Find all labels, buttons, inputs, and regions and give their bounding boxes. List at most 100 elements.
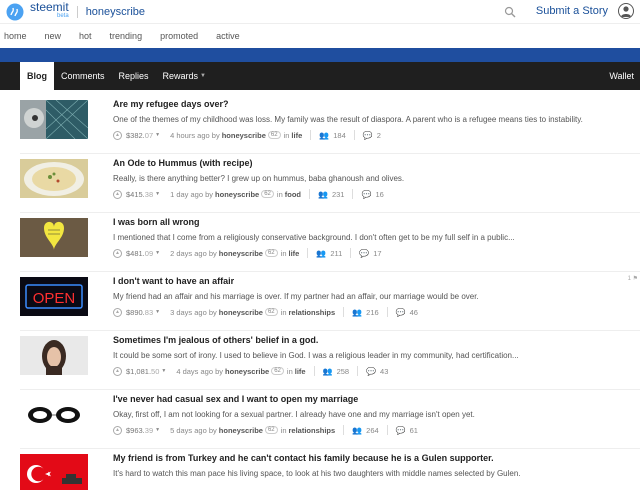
- brand-name: steemit: [30, 0, 69, 14]
- post-category[interactable]: food: [285, 190, 301, 199]
- post-thumbnail[interactable]: [20, 218, 88, 257]
- payout[interactable]: $1,081.50: [126, 367, 159, 376]
- vote-count[interactable]: 216: [366, 308, 379, 317]
- voters-icon: 👥: [322, 366, 333, 376]
- post-title[interactable]: Are my refugee days over?: [113, 95, 640, 109]
- vote-count[interactable]: 184: [333, 131, 346, 140]
- wallet-link[interactable]: Wallet: [609, 62, 634, 90]
- post-thumbnail[interactable]: [20, 100, 88, 139]
- post-excerpt[interactable]: Okay, first off, I am not looking for a …: [113, 410, 640, 419]
- payout[interactable]: $382.07: [126, 131, 153, 140]
- flag-icon[interactable]: 1 ⚑: [628, 275, 638, 282]
- upvote-icon[interactable]: ▲: [113, 248, 122, 258]
- post-title[interactable]: My friend is from Turkey and he can't co…: [113, 449, 640, 463]
- post-title[interactable]: I don't want to have an affair: [113, 272, 640, 286]
- search-icon[interactable]: [504, 5, 516, 18]
- comments-icon: 💬: [366, 366, 377, 376]
- post-category[interactable]: life: [295, 367, 306, 376]
- divider: [386, 307, 388, 317]
- post-title[interactable]: I was born all wrong: [113, 213, 640, 227]
- post-author[interactable]: honeyscribe: [215, 190, 259, 199]
- brand[interactable]: steemit beta: [30, 0, 69, 21]
- payout-cents: 38: [144, 189, 154, 199]
- nav-new[interactable]: new: [45, 31, 62, 41]
- account-name[interactable]: honeyscribe: [86, 6, 145, 18]
- steem-logo-icon[interactable]: [6, 3, 24, 21]
- payout[interactable]: $890.83: [126, 308, 153, 317]
- post-category[interactable]: life: [291, 131, 302, 140]
- post-author[interactable]: honeyscribe: [219, 426, 263, 435]
- post-category[interactable]: life: [289, 249, 300, 258]
- comment-count[interactable]: 61: [410, 426, 418, 435]
- post-author[interactable]: honeyscribe: [219, 308, 263, 317]
- tab-blog[interactable]: Blog: [20, 62, 54, 90]
- nav-active[interactable]: active: [216, 31, 240, 41]
- tab-rewards[interactable]: Rewards ▼: [156, 62, 213, 90]
- voters-icon: 👥: [318, 189, 328, 199]
- upvote-icon[interactable]: ▲: [113, 130, 122, 140]
- post-title[interactable]: Sometimes I'm jealous of others' belief …: [113, 331, 640, 345]
- comment-count[interactable]: 2: [377, 131, 381, 140]
- payout[interactable]: $963.39: [126, 426, 153, 435]
- in-label: in: [280, 307, 287, 317]
- post-excerpt[interactable]: Really, is there anything better? I grew…: [113, 174, 640, 183]
- tab-comments[interactable]: Comments: [54, 62, 112, 90]
- post-title[interactable]: An Ode to Hummus (with recipe): [113, 154, 640, 168]
- upvote-icon[interactable]: ▲: [113, 189, 122, 199]
- post-excerpt[interactable]: It could be some sort of irony. I used t…: [113, 351, 640, 360]
- vote-count[interactable]: 231: [332, 190, 345, 199]
- post-excerpt[interactable]: One of the themes of my childhood was lo…: [113, 115, 640, 124]
- vote-count[interactable]: 264: [366, 426, 379, 435]
- comment-count[interactable]: 43: [380, 367, 388, 376]
- user-avatar-icon[interactable]: [618, 3, 634, 19]
- post-author[interactable]: honeyscribe: [219, 249, 263, 258]
- post-excerpt[interactable]: My friend had an affair and his marriage…: [113, 292, 640, 301]
- divider: [386, 425, 388, 435]
- post-title[interactable]: I've never had casual sex and I want to …: [113, 390, 640, 404]
- payout[interactable]: $481.09: [126, 249, 153, 258]
- comments-icon: 💬: [361, 189, 372, 199]
- nav-hot[interactable]: hot: [79, 31, 92, 41]
- tab-replies[interactable]: Replies: [112, 62, 156, 90]
- divider: [343, 307, 345, 317]
- chevron-down-icon[interactable]: ▼: [155, 132, 160, 138]
- submit-story-link[interactable]: Submit a Story: [536, 5, 608, 17]
- post-excerpt[interactable]: It's hard to watch this man pace his liv…: [113, 469, 640, 478]
- comment-count[interactable]: 16: [375, 190, 383, 199]
- post-excerpt[interactable]: I mentioned that I come from a religious…: [113, 233, 640, 242]
- vote-count[interactable]: 211: [330, 249, 342, 258]
- post-author[interactable]: honeyscribe: [222, 131, 266, 140]
- post-category[interactable]: relationships: [289, 308, 336, 317]
- post-thumbnail[interactable]: [20, 336, 88, 375]
- upvote-icon[interactable]: ▲: [113, 366, 122, 376]
- payout-main: $382.: [126, 130, 145, 140]
- upvote-icon[interactable]: ▲: [113, 425, 122, 435]
- divider: [352, 189, 354, 199]
- nav-home[interactable]: home: [4, 31, 27, 41]
- upvote-icon[interactable]: ▲: [113, 307, 122, 317]
- post-time: 3 days ago by: [170, 307, 217, 317]
- chevron-down-icon[interactable]: ▼: [161, 368, 166, 374]
- post-thumbnail[interactable]: OPEN: [20, 277, 88, 316]
- post-category[interactable]: relationships: [289, 426, 336, 435]
- chevron-down-icon[interactable]: ▼: [155, 427, 160, 433]
- reputation-badge: 62: [264, 249, 278, 257]
- vote-count[interactable]: 258: [337, 367, 350, 376]
- post-thumbnail[interactable]: [20, 454, 88, 490]
- header-actions: Submit a Story: [504, 3, 634, 19]
- post-item: An Ode to Hummus (with recipe) Really, i…: [20, 154, 640, 213]
- nav-promoted[interactable]: promoted: [160, 31, 198, 41]
- chevron-down-icon[interactable]: ▼: [155, 250, 160, 256]
- nav-trending[interactable]: trending: [110, 31, 143, 41]
- post-thumbnail[interactable]: [20, 395, 88, 434]
- post-time: 5 days ago by: [170, 425, 217, 435]
- post-meta: ▲ $415.38 ▼ 1 day ago by honeyscribe 62 …: [113, 189, 640, 199]
- payout-main: $1,081.: [126, 366, 152, 376]
- comment-count[interactable]: 46: [410, 308, 418, 317]
- post-thumbnail[interactable]: [20, 159, 88, 198]
- chevron-down-icon[interactable]: ▼: [155, 309, 160, 315]
- comment-count[interactable]: 17: [373, 249, 381, 258]
- payout[interactable]: $415.38: [126, 190, 153, 199]
- chevron-down-icon[interactable]: ▼: [155, 191, 160, 197]
- post-author[interactable]: honeyscribe: [225, 367, 269, 376]
